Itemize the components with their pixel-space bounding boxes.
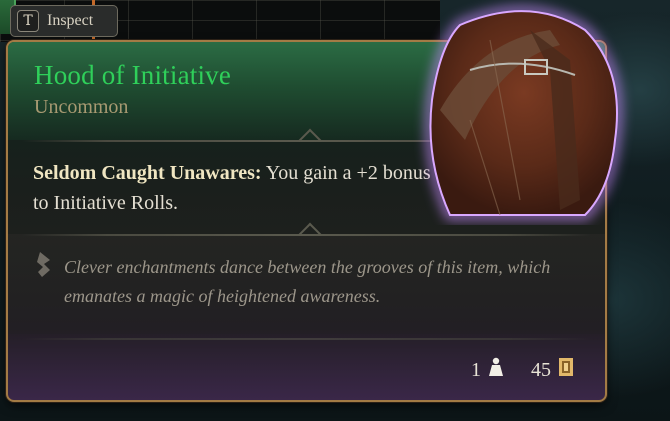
ability-name: Seldom Caught Unawares: [33,162,262,184]
inspect-button[interactable]: T Inspect [10,5,118,37]
footer-divider [22,338,591,340]
item-description: Seldom Caught Unawares: You gain a +2 bo… [33,158,433,218]
item-flavor-text: Clever enchantments dance between the gr… [64,257,551,306]
item-value: 45 [531,358,551,381]
feather-icon [34,250,54,282]
gold-coin-icon [557,356,575,384]
item-weight: 1 [471,358,481,381]
inspect-label: Inspect [47,12,94,29]
hood-item-image [425,6,622,220]
hotkey-badge: T [17,10,39,32]
item-rarity: Uncommon [34,96,129,118]
item-stats: 1 45 [471,356,575,384]
item-name: Hood of Initiative [34,60,232,90]
weight-icon [487,356,505,384]
